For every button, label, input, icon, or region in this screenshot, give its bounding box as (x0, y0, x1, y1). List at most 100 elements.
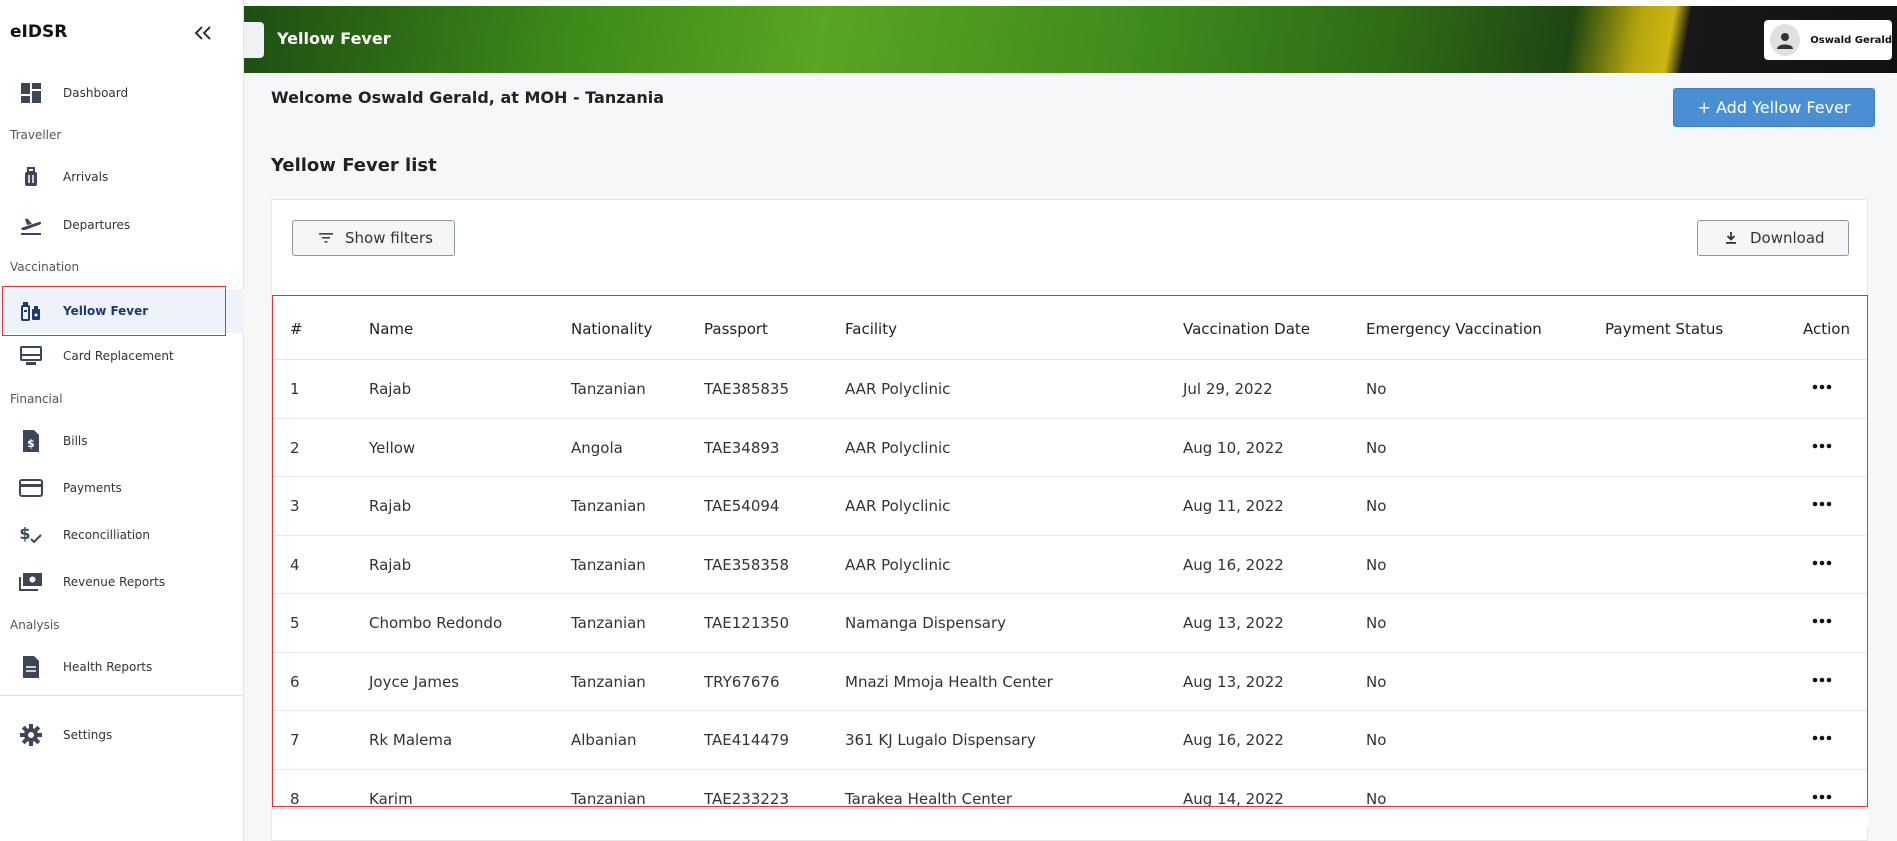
cell-number: 7 (290, 731, 300, 749)
section-vaccination: Vaccination (10, 260, 80, 274)
sidebar-item-label: Departures (63, 218, 131, 232)
more-actions-icon[interactable] (1809, 728, 1835, 748)
cell-nationality: Tanzanian (571, 672, 646, 691)
table-row[interactable]: 8 Karim Tanzanian TAE233223 Tarakea Health C… (272, 770, 1868, 809)
cell-emergency-vaccination: No (1366, 438, 1387, 457)
brand-logo-text: eIDSR (10, 22, 68, 42)
cell-nationality: Angola (571, 438, 623, 457)
section-analysis: Analysis (10, 618, 60, 632)
cell-name: Rajab (369, 497, 412, 515)
sidebar-item-label: Reconcilliation (63, 528, 150, 542)
cell-number: 6 (290, 672, 300, 691)
sidebar-item-label: Settings (63, 728, 113, 742)
table-row[interactable]: 7 Rk Malema Albanian TAE414479 361 KJ Lugalo… (272, 711, 1868, 770)
cell-facility: AAR Polyclinic (845, 555, 951, 574)
top-header: Yellow Fever Oswald Gerald (244, 6, 1897, 73)
section-traveller: Traveller (10, 128, 62, 142)
user-menu-button[interactable]: Oswald Gerald (1764, 20, 1892, 60)
sidebar-divider (0, 695, 244, 696)
cell-emergency-vaccination: No (1366, 380, 1387, 398)
cell-vaccination-date: Aug 14, 2022 (1183, 789, 1284, 808)
document-icon (18, 654, 44, 680)
download-button[interactable]: Download (1697, 220, 1849, 256)
cell-vaccination-date: Jul 29, 2022 (1183, 380, 1273, 398)
cell-nationality: Tanzanian (571, 555, 646, 574)
sidebar-item-label: Arrivals (63, 170, 109, 184)
column-header-name: Name (369, 320, 414, 338)
menu-tab[interactable] (244, 22, 264, 58)
column-header-vaccination-date: Vaccination Date (1183, 320, 1311, 338)
column-header-nationality: Nationality (571, 320, 653, 338)
cell-number: 3 (290, 497, 300, 515)
cell-nationality: Tanzanian (571, 380, 646, 398)
cell-facility: Tarakea Health Center (845, 789, 1013, 808)
table-row[interactable]: 3 Rajab Tanzanian TAE54094 AAR Polyclinic Aug… (272, 477, 1868, 536)
credit-card-icon (18, 475, 44, 501)
dollar-check-icon: $ (18, 522, 44, 548)
more-actions-icon[interactable] (1809, 377, 1835, 397)
sidebar-item-label: Dashboard (63, 86, 129, 100)
luggage-icon (18, 164, 44, 190)
sidebar-item-dashboard[interactable]: Dashboard (0, 71, 244, 115)
cell-name: Rk Malema (369, 731, 453, 749)
filter-icon (319, 231, 333, 245)
sidebar-item-settings[interactable]: Settings (0, 713, 244, 757)
cell-passport: TAE358358 (704, 555, 789, 574)
sidebar-item-label: Card Replacement (63, 349, 174, 363)
column-header-passport: Passport (704, 320, 768, 338)
gear-icon (18, 722, 44, 748)
active-item-highlight (2, 286, 226, 336)
sidebar-item-reconciliation[interactable]: $ Reconcilliation (0, 513, 244, 557)
show-filters-button[interactable]: Show filters (292, 220, 455, 256)
sidebar-item-arrivals[interactable]: Arrivals (0, 155, 244, 199)
collapse-sidebar-icon[interactable] (190, 20, 216, 46)
table-row[interactable]: 1 Rajab Tanzanian TAE385835 AAR Polyclinic Ju… (272, 360, 1868, 419)
sidebar-item-bills[interactable]: $ Bills (0, 419, 244, 463)
bill-icon: $ (18, 428, 44, 454)
cell-vaccination-date: Aug 11, 2022 (1183, 497, 1284, 515)
cell-name: Rajab (369, 380, 412, 398)
more-actions-icon[interactable] (1809, 494, 1835, 514)
money-icon (18, 569, 44, 595)
user-name: Oswald Gerald (1810, 34, 1892, 46)
cell-number: 1 (290, 380, 300, 398)
cell-nationality: Tanzanian (571, 497, 646, 515)
cell-emergency-vaccination: No (1366, 614, 1387, 632)
cell-facility: AAR Polyclinic (845, 438, 951, 457)
more-actions-icon[interactable] (1809, 436, 1835, 456)
cell-vaccination-date: Aug 16, 2022 (1183, 555, 1284, 574)
column-header-emergency-vaccination: Emergency Vaccination (1366, 320, 1542, 338)
sidebar-item-health-reports[interactable]: Health Reports (0, 645, 244, 689)
table-row[interactable]: 2 Yellow Angola TAE34893 AAR Polyclinic Aug 1… (272, 419, 1868, 477)
cell-nationality: Tanzanian (571, 614, 646, 632)
sidebar-item-revenue-reports[interactable]: Revenue Reports (0, 560, 244, 604)
cell-vaccination-date: Aug 10, 2022 (1183, 438, 1284, 457)
show-filters-label: Show filters (345, 229, 433, 247)
cell-name: Rajab (369, 555, 412, 574)
cell-passport: TAE414479 (704, 731, 789, 749)
column-header-number: # (290, 320, 303, 338)
cell-facility: AAR Polyclinic (845, 497, 951, 515)
sidebar-item-departures[interactable]: Departures (0, 203, 244, 247)
cell-nationality: Tanzanian (571, 789, 646, 808)
more-actions-icon[interactable] (1809, 787, 1835, 807)
more-actions-icon[interactable] (1809, 553, 1835, 573)
cell-nationality: Albanian (571, 731, 637, 749)
table-row[interactable]: 6 Joyce James Tanzanian TRY67676 Mnazi Mmoja… (272, 653, 1868, 711)
cell-facility: Namanga Dispensary (845, 614, 1007, 632)
table-footer (272, 808, 1868, 828)
table-row[interactable]: 4 Rajab Tanzanian TAE358358 AAR Polyclinic Au… (272, 536, 1868, 594)
sidebar: eIDSR Dashboard Traveller Arrivals Depar… (0, 0, 244, 841)
column-header-facility: Facility (845, 320, 897, 338)
cell-number: 2 (290, 438, 300, 457)
dashboard-icon (18, 80, 44, 106)
sidebar-item-card-replacement[interactable]: Card Replacement (0, 334, 244, 378)
section-financial: Financial (10, 392, 63, 406)
more-actions-icon[interactable] (1809, 611, 1835, 631)
more-actions-icon[interactable] (1809, 670, 1835, 690)
cell-passport: TAE121350 (704, 614, 789, 632)
sidebar-item-payments[interactable]: Payments (0, 466, 244, 510)
flight-takeoff-icon (18, 212, 44, 238)
add-yellow-fever-button[interactable]: + Add Yellow Fever (1673, 88, 1875, 127)
table-row[interactable]: 5 Chombo Redondo Tanzanian TAE121350 Namanga… (272, 594, 1868, 653)
